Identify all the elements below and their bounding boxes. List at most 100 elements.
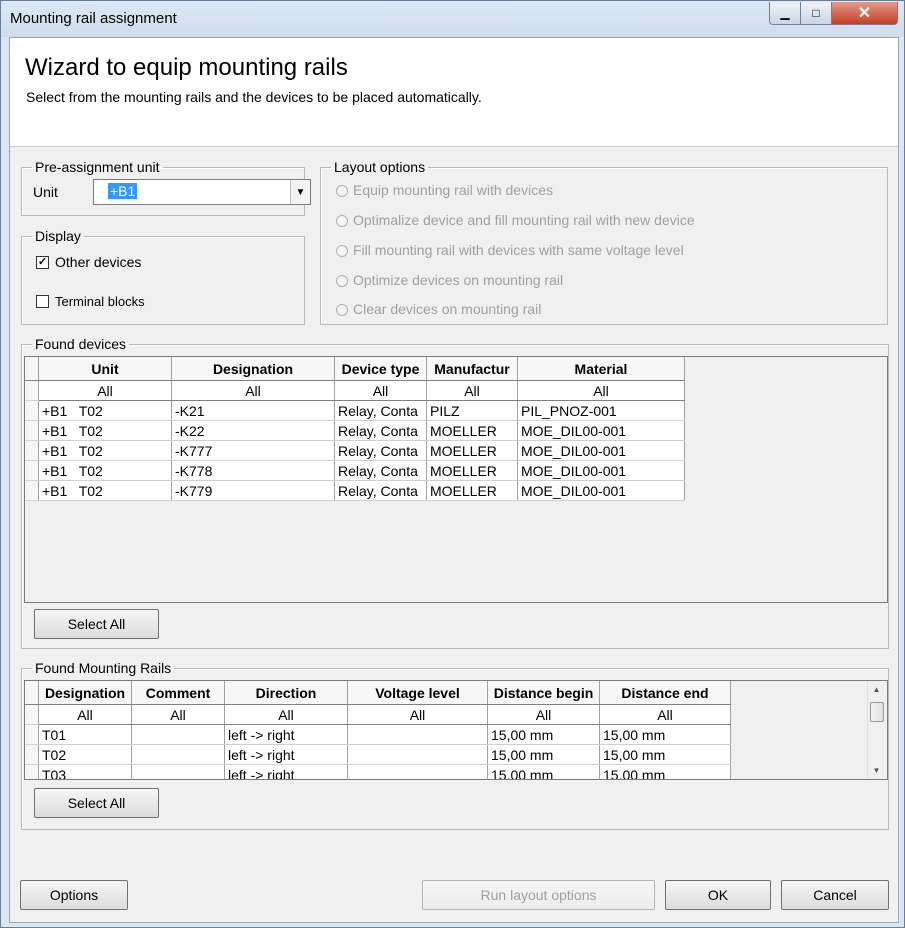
table-row[interactable]: +B1 T02 -K22 Relay, Conta MOELLER MOE_DI… [25,420,685,441]
filter-cell[interactable]: All [38,380,172,401]
table-row[interactable]: +B1 T02 -K777 Relay, Conta MOELLER MOE_D… [25,440,685,461]
vertical-scrollbar[interactable]: ▲ ▼ [867,681,885,779]
col-direction[interactable]: Direction [224,681,348,705]
cell-material: MOE_DIL00-001 [517,440,685,461]
dialog-window: Mounting rail assignment ▁ □ ✕ Wizard to… [0,0,905,928]
filter-cell[interactable]: All [599,704,731,725]
minimize-button[interactable]: ▁ [769,2,801,25]
row-selector[interactable] [25,400,39,421]
cell-material: MOE_DIL00-001 [517,420,685,441]
col-distance-end[interactable]: Distance end [599,681,731,705]
table-row[interactable]: +B1 T02 -K778 Relay, Conta MOELLER MOE_D… [25,460,685,481]
filter-cell[interactable]: All [38,704,132,725]
cell-distance-end: 15,00 mm [599,764,731,779]
rails-filter-row: All All All All All All [25,704,731,725]
filter-cell[interactable]: All [171,380,335,401]
filter-cell[interactable]: All [131,704,225,725]
dialog-client: Wizard to equip mounting rails Select fr… [9,37,899,923]
scroll-down-icon[interactable]: ▼ [868,762,885,779]
radio-fill-voltage[interactable] [336,245,348,257]
cell-manufacturer: MOELLER [426,460,518,481]
col-distance-begin[interactable]: Distance begin [487,681,600,705]
cell-distance-end: 15,00 mm [599,744,731,765]
filter-cell[interactable]: All [426,380,518,401]
col-material[interactable]: Material [517,357,685,381]
cell-designation: T02 [38,744,132,765]
table-row[interactable]: +B1 T02 -K779 Relay, Conta MOELLER MOE_D… [25,480,685,501]
cancel-button[interactable]: Cancel [781,880,889,910]
cell-manufacturer: PILZ [426,400,518,421]
row-selector[interactable] [25,420,39,441]
maximize-button[interactable]: □ [800,2,832,25]
radio-equip[interactable] [336,185,348,197]
run-layout-options-button[interactable]: Run layout options [422,880,655,910]
cell-unit: +B1 T02 [38,400,172,421]
row-selector[interactable] [25,460,39,481]
filter-cell[interactable]: All [334,380,427,401]
radio-optimize[interactable] [336,275,348,287]
devices-select-all-button[interactable]: Select All [34,609,159,639]
filter-cell[interactable]: All [517,380,685,401]
wizard-header: Wizard to equip mounting rails Select fr… [10,38,898,147]
table-row[interactable]: T02 left -> right 15,00 mm 15,00 mm [25,744,731,765]
col-manufacturer[interactable]: Manufactur [426,357,518,381]
col-unit[interactable]: Unit [38,357,172,381]
rails-select-all-button[interactable]: Select All [34,788,159,818]
row-selector [25,380,39,401]
devices-table: Unit Designation Device type Manufactur … [25,357,685,501]
display-legend: Display [35,228,81,244]
row-selector[interactable] [25,744,39,765]
wizard-subtitle: Select from the mounting rails and the d… [26,89,482,105]
cell-material: MOE_DIL00-001 [517,460,685,481]
option-clear-label: Clear devices on mounting rail [353,301,542,317]
filter-cell[interactable]: All [487,704,600,725]
row-selector[interactable] [25,764,39,779]
terminal-blocks-checkbox[interactable] [36,295,49,308]
display-group: Display [21,228,305,325]
row-selector[interactable] [25,724,39,745]
col-designation[interactable]: Designation [38,681,132,705]
rails-table: Designation Comment Direction Voltage le… [25,681,731,779]
cell-distance-begin: 15,00 mm [487,764,600,779]
cell-device-type: Relay, Conta [334,460,427,481]
table-row[interactable]: T03 left -> right 15,00 mm 15,00 mm [25,764,731,779]
options-button[interactable]: Options [20,880,128,910]
col-comment[interactable]: Comment [131,681,225,705]
cell-manufacturer: MOELLER [426,440,518,461]
row-selector[interactable] [25,440,39,461]
cell-designation: -K778 [171,460,335,481]
cell-designation: -K22 [171,420,335,441]
devices-grid[interactable]: Unit Designation Device type Manufactur … [24,356,888,603]
rails-grid[interactable]: Designation Comment Direction Voltage le… [24,680,888,780]
maximize-icon: □ [812,6,820,20]
other-devices-checkbox[interactable]: ✓ [36,256,49,269]
other-devices-label: Other devices [55,254,142,270]
scroll-thumb[interactable] [870,702,884,722]
close-button[interactable]: ✕ [831,2,898,25]
cell-comment [131,724,225,745]
scroll-up-icon[interactable]: ▲ [868,681,885,698]
filter-cell[interactable]: All [224,704,348,725]
col-device-type[interactable]: Device type [334,357,427,381]
unit-label: Unit [33,184,58,200]
cell-designation: -K779 [171,480,335,501]
table-row[interactable]: +B1 T02 -K21 Relay, Conta PILZ PIL_PNOZ-… [25,400,685,421]
cell-voltage-level [347,744,488,765]
table-row[interactable]: T01 left -> right 15,00 mm 15,00 mm [25,724,731,745]
radio-clear[interactable] [336,304,348,316]
filter-cell[interactable]: All [347,704,488,725]
cell-device-type: Relay, Conta [334,400,427,421]
radio-optimalize[interactable] [336,215,348,227]
col-designation[interactable]: Designation [171,357,335,381]
col-voltage-level[interactable]: Voltage level [347,681,488,705]
row-selector[interactable] [25,480,39,501]
unit-combobox[interactable]: +B1 ▼ [93,179,311,205]
title-bar: Mounting rail assignment ▁ □ ✕ [1,1,904,37]
ok-button[interactable]: OK [665,880,771,910]
dropdown-button[interactable]: ▼ [290,180,310,204]
option-optimize-label: Optimize devices on mounting rail [353,272,564,288]
option-equip-label: Equip mounting rail with devices [353,182,553,198]
cell-unit: +B1 T02 [38,440,172,461]
cell-designation: T03 [38,764,132,779]
cell-designation: -K777 [171,440,335,461]
